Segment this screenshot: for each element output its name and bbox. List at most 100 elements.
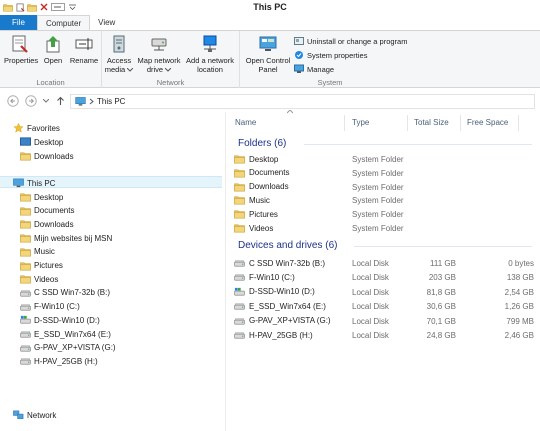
drive-name: H-PAV_25GB (H:) [249,330,313,340]
nav-network[interactable]: Network [13,410,56,420]
breadcrumb-separator-icon[interactable] [89,98,94,105]
manage-label: Manage [307,64,335,74]
nav-this-pc-item[interactable]: C SSD Win7-32b (B:) [20,288,110,298]
manage-button[interactable]: Manage [294,64,334,74]
folder-name: Documents [249,168,290,178]
folder-icon [234,223,245,233]
nav-this-pc[interactable]: This PC [13,178,55,188]
column-separator[interactable] [518,115,519,131]
star-icon [13,123,24,133]
open-button[interactable]: Open [42,34,64,65]
column-separator[interactable] [460,115,461,131]
nav-this-pc-item[interactable]: F-Win10 (C:) [20,302,80,312]
location-group-label: Location [36,78,65,87]
folder-icon [234,182,245,192]
nav-this-pc-item[interactable]: G-PAV_XP+VISTA (G:) [20,343,116,353]
breadcrumb-this-pc[interactable]: This PC [97,97,125,106]
folder-type: System Folder [352,155,404,164]
desktop-icon [20,137,31,146]
properties-button[interactable]: Properties [4,34,38,65]
forward-icon[interactable] [25,95,37,107]
nav-this-pc-item[interactable]: Pictures [20,261,63,271]
nav-this-pc-item[interactable]: D-SSD-Win10 (D:) [20,315,100,325]
network-drive-icon [151,38,167,51]
windows-drive-icon [234,287,245,297]
tab-file[interactable]: File [0,15,37,30]
folder-row[interactable]: Music System Folder [234,194,534,207]
drive-name-cell: H-PAV_25GB (H:) [234,330,313,340]
folder-name-cell: Music [234,195,270,205]
drive-row[interactable]: F-Win10 (C:) Local Disk 203 GB 138 GB [234,271,534,284]
folder-type: System Folder [352,210,404,220]
column-header-free-space[interactable]: Free Space [467,118,508,127]
nav-this-pc-item-label: Videos [34,274,59,284]
group-divider [304,144,532,145]
map-network-drive-button[interactable]: Map network drive [135,34,183,74]
nav-this-pc-item[interactable]: Music [20,247,55,257]
rename-button[interactable]: Rename [69,34,99,65]
nav-favorites-desktop[interactable]: Desktop [20,137,63,147]
nav-network-label: Network [27,410,57,420]
nav-this-pc-item[interactable]: Documents [20,206,74,216]
drive-row[interactable]: C SSD Win7-32b (B:) Local Disk 111 GB 0 byt… [234,257,534,270]
folder-row[interactable]: Desktop System Folder [234,153,534,166]
folders-group-header[interactable]: Folders (6) [238,138,286,149]
address-bar-row: This PC [0,92,540,110]
drive-row[interactable]: G-PAV_XP+VISTA (G:) Local Disk 70,1 GB 799 … [234,315,534,328]
nav-favorites[interactable]: Favorites [13,123,60,133]
nav-favorites-downloads[interactable]: Downloads [20,151,74,161]
nav-this-pc-item[interactable]: Videos [20,274,58,284]
navigation-pane: Favorites Desktop Downloads This PC Desk… [0,112,223,431]
access-media-button[interactable]: Access media [104,34,134,74]
folder-row[interactable]: Downloads System Folder [234,181,534,194]
drive-type: Local Disk [352,316,389,326]
network-group-label: Network [156,78,185,87]
nav-this-pc-item[interactable]: Desktop [20,192,63,202]
drive-name-cell: C SSD Win7-32b (B:) [234,258,325,268]
folder-icon [20,247,31,257]
map-network-drive-label: Map network drive [137,56,181,74]
nav-this-pc-item-label: Desktop [34,192,64,202]
nav-this-pc-item[interactable]: Mijn websites bij MSN [20,233,112,243]
uninstall-button[interactable]: Uninstall or change a program [294,36,407,46]
drive-row[interactable]: H-PAV_25GB (H:) Local Disk 24,8 GB 2,46 GB [234,329,534,342]
drive-icon [20,288,31,298]
folder-row[interactable]: Videos System Folder [234,222,534,235]
nav-this-pc-item[interactable]: Downloads [20,219,74,229]
drive-row[interactable]: E_SSD_Win7x64 (E:) Local Disk 30,6 GB 1,26 … [234,300,534,313]
column-header-type[interactable]: Type [352,118,369,127]
folder-icon [234,209,245,219]
column-header-name[interactable]: Name [235,118,256,127]
nav-this-pc-item-label: F-Win10 (C:) [34,302,80,312]
back-icon[interactable] [7,95,19,107]
drive-name: D-SSD-Win10 (D:) [249,287,315,297]
tab-view[interactable]: View [90,15,123,30]
nav-this-pc-item[interactable]: E_SSD_Win7x64 (E:) [20,329,111,339]
column-header-total-size[interactable]: Total Size [414,118,449,127]
system-properties-button[interactable]: System properties [294,50,367,60]
drive-name: C SSD Win7-32b (B:) [249,258,326,268]
uninstall-label: Uninstall or change a program [307,36,408,46]
open-control-panel-button[interactable]: Open Control Panel [244,34,292,74]
recent-locations-chevron-icon[interactable] [43,99,49,103]
drive-free-space: 138 GB [506,273,534,283]
add-network-location-button[interactable]: Add a network location [183,34,237,74]
nav-this-pc-item[interactable]: H-PAV_25GB (H:) [20,356,98,366]
folder-row[interactable]: Pictures System Folder [234,208,534,221]
tab-computer[interactable]: Computer [37,15,91,30]
up-arrow-icon[interactable] [56,96,65,106]
drive-total-size: 24,8 GB [426,331,456,340]
folder-row[interactable]: Documents System Folder [234,167,534,180]
sort-indicator-icon [287,110,293,114]
column-separator[interactable] [407,115,408,131]
manage-icon [294,64,304,73]
drive-name-cell: F-Win10 (C:) [234,272,295,282]
folder-name-cell: Videos [234,223,273,233]
drives-group-header[interactable]: Devices and drives (6) [238,240,337,251]
nav-this-pc-item-label: H-PAV_25GB (H:) [34,356,98,366]
drive-row[interactable]: D-SSD-Win10 (D:) Local Disk 81,8 GB 2,54 GB [234,286,534,299]
column-separator[interactable] [344,115,345,131]
address-field[interactable]: This PC [70,94,535,109]
folder-name-cell: Documents [234,168,289,178]
location-group: Properties Open Rename Location [0,31,102,88]
